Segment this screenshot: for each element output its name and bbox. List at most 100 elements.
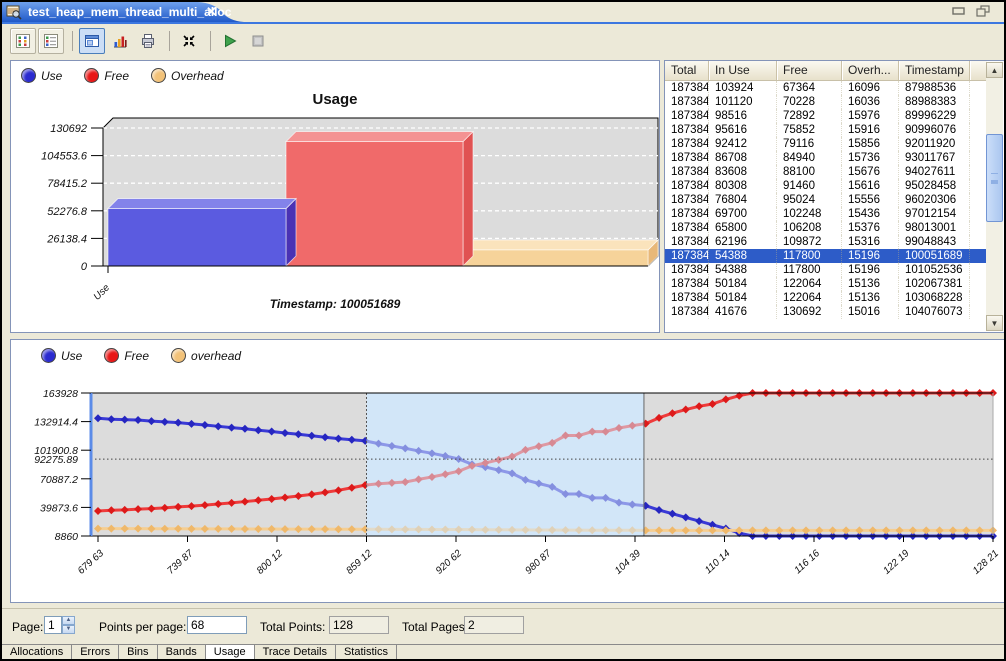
table-cell: 130692 [777,305,842,319]
list-view-icon[interactable] [38,28,64,54]
view-tab-statistics[interactable]: Statistics [336,645,397,661]
table-row[interactable]: 18738495616758521591690996076 [665,123,987,137]
table-cell: 122064 [777,291,842,305]
svg-text:132914.4: 132914.4 [34,417,78,429]
table-cell: 15136 [842,277,899,291]
table-cell: 95024 [777,193,842,207]
fit-to-window-icon[interactable] [176,28,202,54]
table-cell: 109872 [777,235,842,249]
scrollbar-thumb[interactable] [986,134,1003,222]
table-cell: 80308 [709,179,777,193]
minimize-icon[interactable] [952,5,966,17]
table-cell: 91460 [777,179,842,193]
table-row[interactable]: 18738483608881001567694027611 [665,165,987,179]
svg-text:116 16: 116 16 [792,548,822,576]
table-cell: 95616 [709,123,777,137]
bar-overhead [463,240,658,266]
table-row[interactable]: 18738498516728921597689996229 [665,109,987,123]
view-tab-bands[interactable]: Bands [158,645,206,661]
view-tab-usage[interactable]: Usage [206,645,255,661]
legend-color-icon [151,68,166,83]
print-icon[interactable] [135,28,161,54]
tab-close-icon[interactable]: ✕ [206,4,217,20]
table-cell: 187384 [665,305,709,319]
table-cell: 15916 [842,123,899,137]
table-cell: 79116 [777,137,842,151]
table-row[interactable]: 1873845438811780015196100051689 [665,249,987,263]
table-row[interactable]: 18738486708849401573693011767 [665,151,987,165]
table-row[interactable]: 187384658001062081537698013001 [665,221,987,235]
table-cell: 187384 [665,137,709,151]
table-row[interactable]: 1873844167613069215016104076073 [665,305,987,319]
table-cell: 15436 [842,207,899,221]
page-input[interactable] [44,616,62,634]
table-cell: 15316 [842,235,899,249]
table-row[interactable]: 1873845018412206415136102067381 [665,277,987,291]
table-scrollbar[interactable]: ▲ ▼ [986,62,1003,331]
table-cell: 117800 [777,263,842,277]
table-cell: 16096 [842,81,899,95]
svg-text:92275.89: 92275.89 [34,454,78,466]
view-tabs: AllocationsErrorsBinsBandsUsageTrace Det… [2,644,1004,661]
view-tab-errors[interactable]: Errors [72,645,119,661]
table-header[interactable]: TotalIn UseFreeOverh...Timestamp [665,61,987,81]
points-per-page-label: Points per page: [99,620,186,634]
table-cell: 87988536 [899,81,970,95]
tab-title: test_heap_mem_thread_multi_alloc [28,5,231,19]
column-header[interactable]: Free [777,61,842,80]
run-icon[interactable] [217,28,243,54]
view-tab-trace-details[interactable]: Trace Details [255,645,336,661]
overview-pane-icon[interactable] [79,28,105,54]
table-cell: 65800 [709,221,777,235]
table-row[interactable]: 187384103924673641609687988536 [665,81,987,95]
table-row[interactable]: 187384621961098721531699048843 [665,235,987,249]
table-cell: 54388 [709,263,777,277]
table-cell: 15196 [842,249,899,263]
scroll-down-icon[interactable]: ▼ [986,315,1003,331]
table-cell: 76804 [709,193,777,207]
table-cell: 95028458 [899,179,970,193]
table-cell: 86708 [709,151,777,165]
view-tab-bins[interactable]: Bins [119,645,157,661]
stop-icon[interactable] [245,28,271,54]
column-header[interactable]: Timestamp [899,61,970,80]
table-cell: 97012154 [899,207,970,221]
scroll-up-icon[interactable]: ▲ [986,62,1003,78]
view-icon [6,4,23,21]
column-header[interactable]: In Use [709,61,777,80]
points-per-page-input[interactable] [187,616,247,634]
grid-view-icon[interactable] [10,28,36,54]
table-row[interactable]: 18738492412791161585692011920 [665,137,987,151]
table-cell: 117800 [777,249,842,263]
spinner-up-icon[interactable]: ▲ [62,616,75,625]
chart-view-icon[interactable] [107,28,133,54]
table-row[interactable]: 1873845018412206415136103068228 [665,291,987,305]
page-spinner[interactable]: ▲ ▼ [62,616,75,634]
svg-text:26138.4: 26138.4 [46,233,87,245]
table-cell: 62196 [709,235,777,249]
table-cell: 101120 [709,95,777,109]
table-cell: 187384 [665,207,709,221]
column-header[interactable]: Total [665,61,709,80]
table-row[interactable]: 187384101120702281603688988383 [665,95,987,109]
usage-line-chart[interactable]: 886039873.670887.2101900.8132914.4163928… [11,370,1004,602]
view-tab-allocations[interactable]: Allocations [2,645,72,661]
table-row[interactable]: 18738480308914601561695028458 [665,179,987,193]
table-cell: 106208 [777,221,842,235]
restore-icon[interactable] [976,5,990,17]
table-cell: 103068228 [899,291,970,305]
bar-use [108,199,296,266]
table-row[interactable]: 1873845438811780015196101052536 [665,263,987,277]
table-body[interactable]: 1873841039246736416096879885361873841011… [665,81,987,332]
legend-item: overhead [171,348,241,363]
table-row[interactable]: 18738476804950241555696020306 [665,193,987,207]
table-row[interactable]: 187384697001022481543697012154 [665,207,987,221]
table-cell: 72892 [777,109,842,123]
column-header[interactable]: Overh... [842,61,899,80]
svg-text:163928: 163928 [43,388,78,400]
table-cell: 187384 [665,81,709,95]
table-cell: 54388 [709,249,777,263]
total-points-field [329,616,389,634]
spinner-down-icon[interactable]: ▼ [62,625,75,634]
table-cell: 187384 [665,221,709,235]
